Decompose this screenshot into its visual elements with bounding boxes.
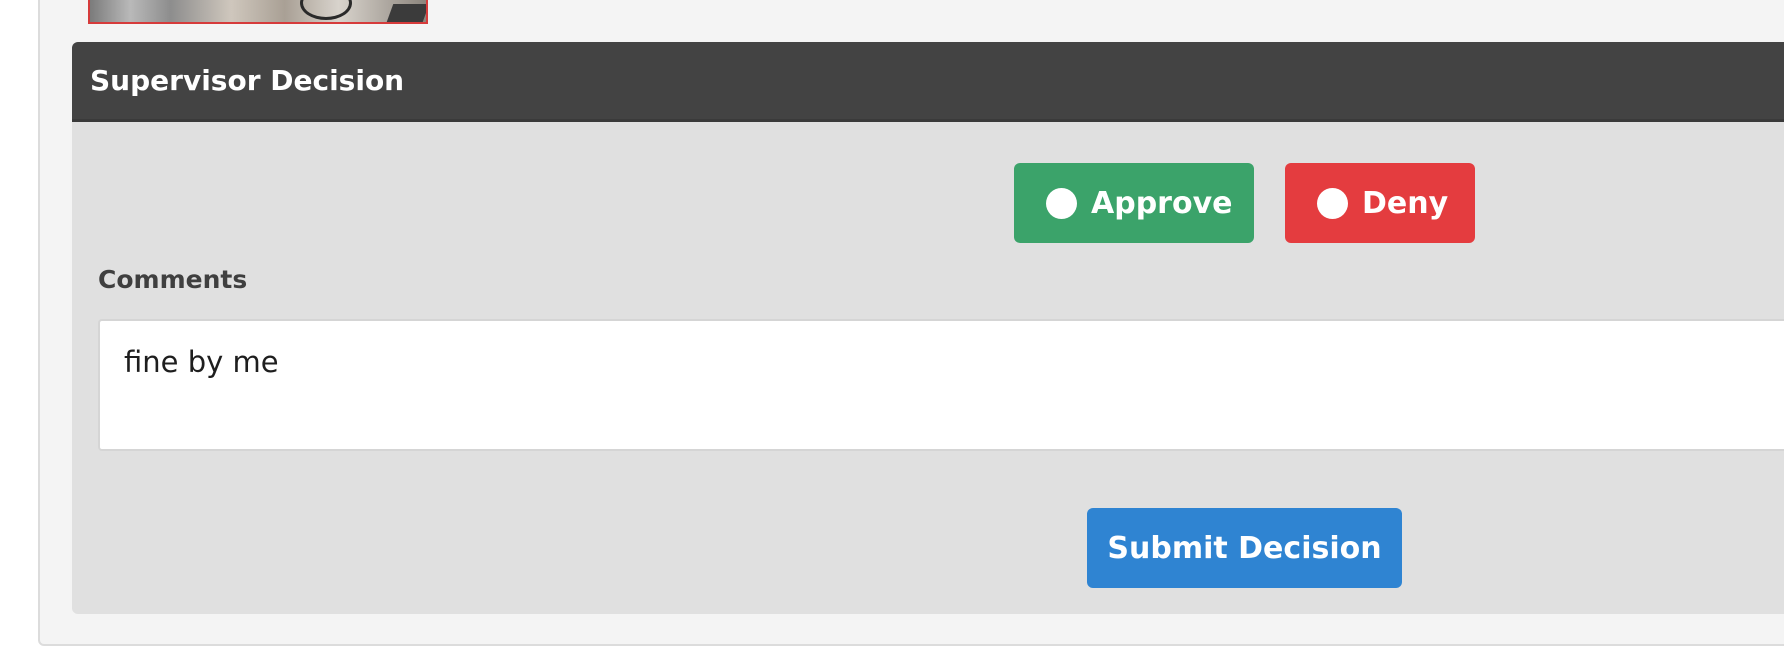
approve-radio-icon[interactable] <box>1046 187 1077 219</box>
comments-label: Comments <box>98 265 248 294</box>
deny-button[interactable]: Deny <box>1285 163 1475 243</box>
approve-button[interactable]: Approve <box>1014 163 1254 243</box>
attachment-thumbnail-image[interactable] <box>88 0 428 24</box>
submit-decision-button[interactable]: Submit Decision <box>1087 508 1402 588</box>
supervisor-decision-panel: Supervisor Decision Approve Deny Comment… <box>72 42 1784 614</box>
approve-label: Approve <box>1091 185 1233 221</box>
decision-options: Approve Deny <box>72 163 1784 243</box>
panel-title: Supervisor Decision <box>90 64 405 97</box>
panel-header: Supervisor Decision <box>72 42 1784 122</box>
comments-textarea[interactable]: fine by me <box>98 319 1784 451</box>
deny-radio-icon[interactable] <box>1317 187 1348 219</box>
deny-label: Deny <box>1362 185 1449 221</box>
